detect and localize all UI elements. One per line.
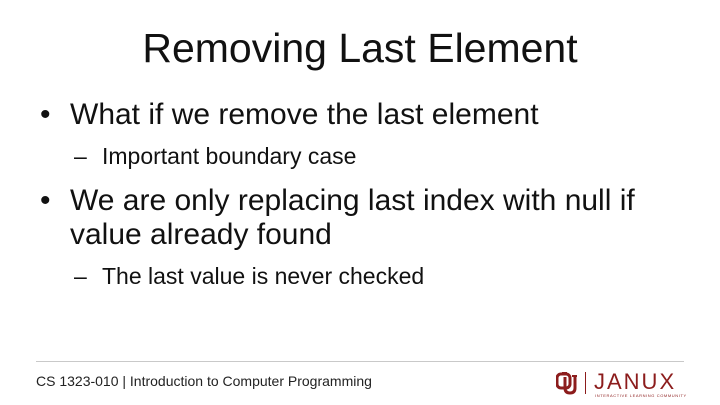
bullet-item: • What if we remove the last element xyxy=(40,98,700,132)
sub-bullet-text: Important boundary case xyxy=(102,143,357,169)
sub-bullet-text: The last value is never checked xyxy=(102,263,425,289)
bullet-marker: • xyxy=(40,184,51,217)
course-footer: CS 1323-010 | Introduction to Computer P… xyxy=(36,373,372,389)
bullet-item: • We are only replacing last index with … xyxy=(40,184,700,252)
sub-bullet-item: – Important boundary case xyxy=(40,142,700,170)
ou-interlocking-logo-icon xyxy=(556,372,577,395)
logo-divider xyxy=(585,372,586,394)
bullet-marker: • xyxy=(40,98,51,131)
janux-wordmark: JANUX xyxy=(594,369,677,394)
footer-divider xyxy=(36,361,684,362)
sub-bullet-item: – The last value is never checked xyxy=(40,262,700,290)
bullet-text: We are only replacing last index with nu… xyxy=(70,184,635,251)
janux-logo: JANUX INTERACTIVE LEARNING COMMUNITY xyxy=(556,369,688,399)
sub-bullet-marker: – xyxy=(74,263,87,289)
bullet-text: What if we remove the last element xyxy=(70,98,539,131)
bullet-list: • What if we remove the last element – I… xyxy=(40,98,700,290)
slide-title: Removing Last Element xyxy=(142,25,578,71)
sub-bullet-marker: – xyxy=(74,143,87,169)
janux-tagline: INTERACTIVE LEARNING COMMUNITY xyxy=(595,393,687,398)
slide: Removing Last Element • What if we remov… xyxy=(0,0,720,405)
